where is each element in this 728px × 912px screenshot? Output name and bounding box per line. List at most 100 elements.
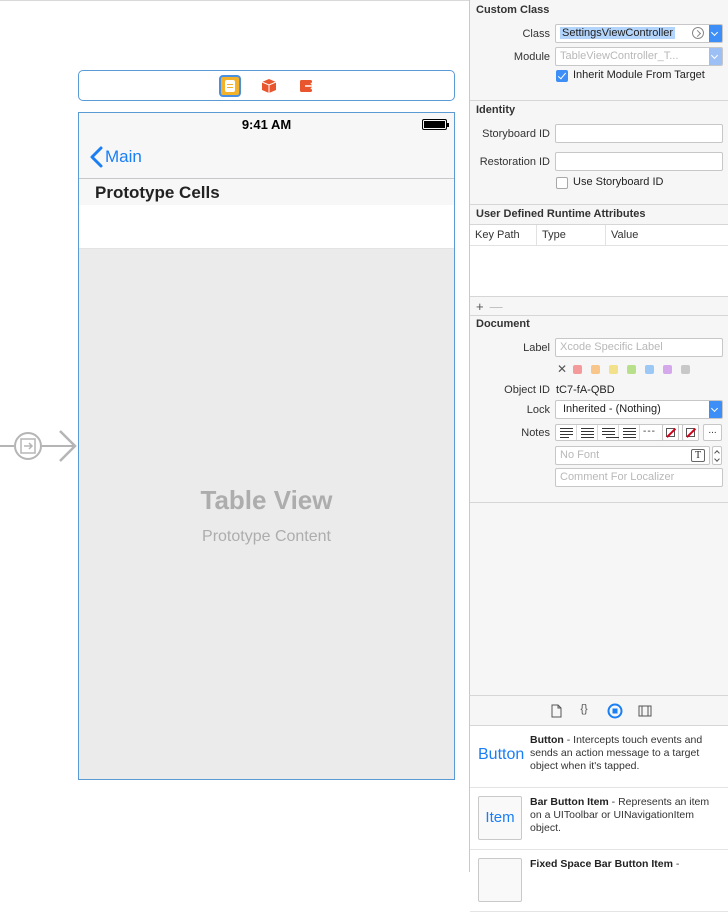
label-color-gray[interactable]	[681, 365, 690, 374]
bar-button-item-thumbnail: Item	[478, 796, 522, 840]
font-size-stepper[interactable]	[712, 446, 722, 465]
align-justify-icon[interactable]	[619, 425, 640, 440]
clear-label-color-icon[interactable]: ✕	[557, 362, 567, 376]
storyboard-canvas[interactable]: 9:41 AM Main Prototype Cells Table View …	[0, 0, 469, 872]
table-view-controller-scene[interactable]: 9:41 AM Main Prototype Cells Table View …	[78, 112, 455, 780]
class-label: Class	[522, 28, 550, 40]
align-right-icon[interactable]	[598, 425, 619, 440]
doc-label-input[interactable]	[560, 341, 718, 353]
restoration-id-label: Restoration ID	[479, 156, 550, 168]
align-center-icon[interactable]	[577, 425, 598, 440]
table-view[interactable]: Table View Prototype Content	[79, 249, 454, 779]
use-storyboard-id-label: Use Storyboard ID	[573, 176, 664, 188]
prototype-cells-header: Prototype Cells	[79, 180, 454, 205]
label-color-red[interactable]	[573, 365, 582, 374]
table-view-subtitle: Prototype Content	[202, 528, 331, 545]
fixed-space-desc-text: -	[672, 858, 680, 870]
fixed-space-name: Fixed Space Bar Button Item	[530, 858, 673, 870]
module-label: Module	[513, 51, 550, 63]
background-color-well-icon[interactable]	[682, 424, 699, 441]
restoration-id-input[interactable]	[560, 155, 718, 167]
column-key-path[interactable]: Key Path	[475, 229, 520, 241]
status-bar: 9:41 AM	[79, 113, 454, 135]
label-color-blue[interactable]	[645, 365, 654, 374]
font-picker-icon[interactable]: T	[691, 449, 705, 462]
go-to-class-icon[interactable]	[692, 27, 704, 39]
divider	[470, 204, 728, 205]
inherit-module-checkbox[interactable]	[556, 70, 568, 82]
font-field[interactable]: T	[555, 446, 710, 465]
lock-popup[interactable]: Inherited - (Nothing)	[555, 400, 723, 419]
storyboard-id-field[interactable]	[555, 124, 723, 143]
circle-target-icon[interactable]	[607, 703, 623, 719]
text-color-well-icon[interactable]	[662, 424, 679, 441]
initial-view-controller-arrow-icon[interactable]	[0, 428, 80, 464]
back-button-label[interactable]: Main	[105, 147, 142, 167]
library-item-fixed-space[interactable]: Fixed Space Bar Button Item -	[470, 850, 728, 912]
restoration-id-field[interactable]	[555, 152, 723, 171]
module-combo[interactable]: TableViewController_T...	[555, 47, 723, 66]
custom-class-title: Custom Class	[476, 4, 550, 16]
label-color-green[interactable]	[627, 365, 636, 374]
bar-button-thumb-label: Item	[485, 809, 515, 826]
braces-icon[interactable]: {}	[576, 703, 592, 719]
align-left-icon[interactable]	[556, 425, 577, 440]
button-thumbnail: Button	[478, 734, 525, 778]
notes-label: Notes	[521, 427, 550, 439]
lock-label: Lock	[526, 404, 550, 416]
scene-dock[interactable]	[78, 70, 455, 101]
column-separator	[605, 225, 606, 246]
identity-title: Identity	[476, 104, 516, 116]
column-separator	[536, 225, 537, 246]
prototype-cell[interactable]	[79, 205, 454, 249]
module-dropdown-icon[interactable]	[709, 48, 722, 65]
button-name: Button	[530, 734, 564, 746]
comment-field[interactable]	[555, 468, 723, 487]
column-type[interactable]: Type	[542, 229, 566, 241]
library-item-bar-button-item[interactable]: Item Bar Button Item - Represents an ite…	[470, 788, 728, 850]
battery-icon	[422, 119, 449, 130]
view-controller-icon[interactable]	[219, 75, 241, 97]
lock-dropdown-icon[interactable]	[709, 401, 722, 418]
label-color-purple[interactable]	[663, 365, 672, 374]
first-responder-icon[interactable]	[258, 75, 280, 97]
library-item-button[interactable]: Button Button - Intercepts touch events …	[470, 726, 728, 788]
library-tabs: {}	[470, 696, 728, 726]
class-dropdown-icon[interactable]	[709, 25, 722, 42]
class-combo[interactable]: SettingsViewController	[555, 24, 723, 43]
use-storyboard-id-checkbox[interactable]	[556, 177, 568, 189]
class-value[interactable]: SettingsViewController	[560, 27, 676, 39]
document-title: Document	[476, 318, 530, 330]
bar-button-item-name: Bar Button Item	[530, 796, 609, 808]
navigation-bar[interactable]: Main	[79, 135, 454, 179]
remove-attribute-button[interactable]: —	[490, 299, 503, 314]
column-value[interactable]: Value	[611, 229, 638, 241]
more-options-button[interactable]: ...	[703, 424, 722, 441]
doc-label-field[interactable]	[555, 338, 723, 357]
comment-input[interactable]	[560, 471, 718, 483]
label-color-yellow[interactable]	[609, 365, 618, 374]
storyboard-id-input[interactable]	[560, 127, 718, 139]
prototype-cells-label: Prototype Cells	[95, 183, 220, 202]
runtime-attributes-title: User Defined Runtime Attributes	[476, 208, 646, 220]
runtime-attributes-table[interactable]: Key Path Type Value	[470, 224, 728, 297]
divider	[470, 315, 728, 316]
runtime-attributes-header: Key Path Type Value	[470, 225, 728, 246]
button-thumb-label: Button	[478, 746, 525, 763]
add-attribute-button[interactable]: +	[476, 299, 484, 314]
table-view-title: Table View	[200, 485, 333, 515]
add-remove-controls: + —	[476, 299, 503, 314]
lock-value[interactable]: Inherited - (Nothing)	[563, 403, 661, 415]
film-icon[interactable]	[637, 703, 653, 719]
natural-alignment-button[interactable]: ---	[643, 426, 656, 437]
divider	[470, 100, 728, 101]
identity-inspector: Custom Class Class SettingsViewControlle…	[469, 0, 728, 695]
bar-button-item-description: Bar Button Item - Represents an item on …	[530, 796, 718, 835]
label-color-orange[interactable]	[591, 365, 600, 374]
object-id-value: tC7-fA-QBD	[556, 384, 615, 396]
file-icon[interactable]	[548, 703, 564, 719]
exit-icon[interactable]	[296, 75, 318, 97]
font-input[interactable]	[560, 449, 705, 461]
status-time: 9:41 AM	[241, 117, 292, 132]
inherit-module-label: Inherit Module From Target	[573, 69, 705, 81]
